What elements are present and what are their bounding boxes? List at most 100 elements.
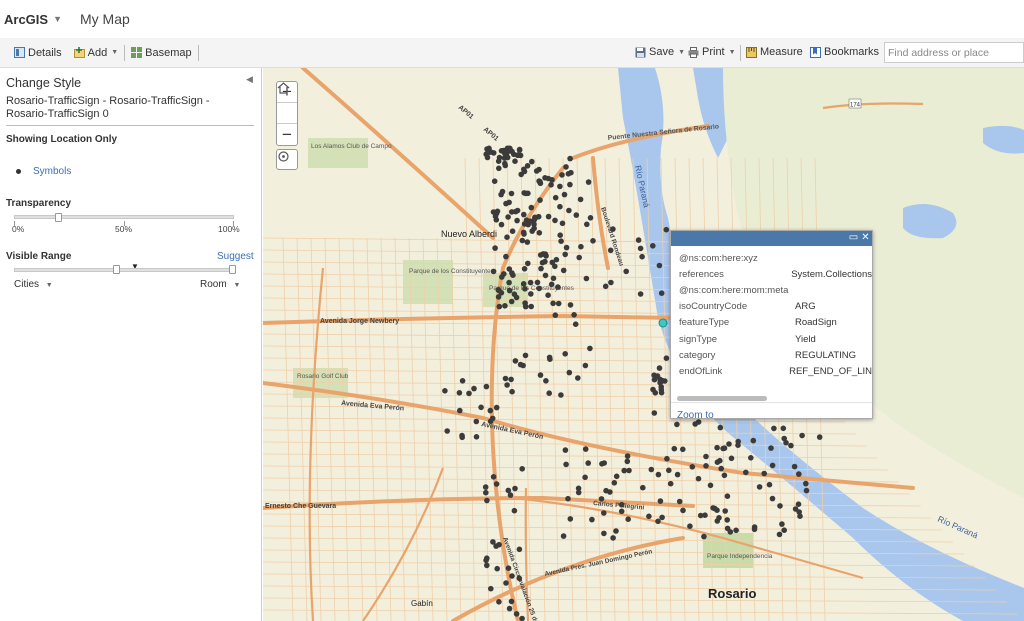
traffic-sign-point[interactable]	[657, 498, 664, 504]
print-button[interactable]: Print ▼	[688, 46, 736, 58]
traffic-sign-point[interactable]	[618, 501, 625, 508]
traffic-sign-point[interactable]	[508, 298, 515, 305]
traffic-sign-point[interactable]	[496, 165, 502, 172]
traffic-sign-point[interactable]	[717, 457, 723, 464]
traffic-sign-point[interactable]	[558, 238, 564, 244]
traffic-sign-point[interactable]	[459, 378, 466, 384]
search-input[interactable]	[884, 42, 1024, 63]
traffic-sign-point[interactable]	[490, 539, 496, 545]
traffic-sign-point[interactable]	[516, 575, 523, 582]
traffic-sign-point[interactable]	[528, 303, 534, 310]
save-button[interactable]: Save ▼	[635, 46, 685, 58]
traffic-sign-point[interactable]	[531, 225, 537, 232]
traffic-sign-point[interactable]	[533, 168, 540, 174]
traffic-sign-point[interactable]	[656, 365, 663, 371]
traffic-sign-point[interactable]	[582, 474, 588, 481]
traffic-sign-point[interactable]	[496, 303, 503, 310]
traffic-sign-point[interactable]	[611, 480, 618, 486]
traffic-sign-point[interactable]	[654, 373, 661, 379]
traffic-sign-point[interactable]	[483, 151, 489, 157]
app-menu[interactable]: ArcGIS ▼	[4, 12, 62, 27]
traffic-sign-point[interactable]	[505, 214, 511, 220]
traffic-sign-point[interactable]	[717, 424, 724, 431]
traffic-sign-point[interactable]	[567, 302, 574, 308]
traffic-sign-point[interactable]	[623, 268, 629, 275]
traffic-sign-point[interactable]	[567, 516, 574, 522]
traffic-sign-point[interactable]	[625, 516, 631, 522]
traffic-sign-point[interactable]	[792, 506, 799, 512]
traffic-sign-point[interactable]	[521, 166, 527, 173]
traffic-sign-point[interactable]	[724, 517, 730, 523]
traffic-sign-point[interactable]	[655, 471, 662, 478]
traffic-sign-point[interactable]	[502, 160, 508, 167]
traffic-sign-point[interactable]	[566, 369, 573, 376]
traffic-sign-point[interactable]	[701, 533, 707, 540]
traffic-sign-point[interactable]	[473, 434, 480, 440]
traffic-sign-point[interactable]	[509, 573, 515, 579]
traffic-sign-point[interactable]	[577, 196, 584, 203]
zoom-to-link[interactable]: Zoom to	[677, 410, 714, 418]
traffic-sign-point[interactable]	[555, 300, 562, 307]
traffic-sign-point[interactable]	[504, 382, 510, 388]
traffic-sign-point[interactable]	[664, 455, 670, 462]
traffic-sign-point[interactable]	[507, 146, 513, 153]
traffic-sign-point[interactable]	[508, 376, 514, 383]
traffic-sign-point[interactable]	[769, 462, 776, 469]
map-canvas[interactable]: 174 Nuevo Alberdi Rosario Río Paraná Río…	[263, 68, 1024, 621]
traffic-sign-point[interactable]	[687, 523, 693, 529]
traffic-sign-point[interactable]	[624, 458, 631, 465]
traffic-sign-point[interactable]	[496, 154, 503, 161]
traffic-sign-point[interactable]	[601, 530, 607, 537]
traffic-sign-point[interactable]	[585, 179, 592, 185]
traffic-sign-point[interactable]	[478, 404, 484, 411]
traffic-sign-point[interactable]	[548, 281, 555, 288]
traffic-sign-point[interactable]	[718, 465, 724, 472]
traffic-sign-point[interactable]	[503, 580, 509, 586]
traffic-sign-point[interactable]	[712, 505, 718, 512]
traffic-sign-point[interactable]	[779, 521, 785, 527]
traffic-sign-point[interactable]	[498, 148, 505, 154]
traffic-sign-point[interactable]	[726, 441, 732, 447]
transparency-slider-handle[interactable]	[55, 213, 62, 222]
traffic-sign-point[interactable]	[457, 407, 463, 414]
traffic-sign-point[interactable]	[562, 447, 569, 453]
visible-range-min-handle[interactable]	[113, 265, 120, 274]
traffic-sign-point[interactable]	[716, 515, 722, 521]
traffic-sign-point[interactable]	[512, 158, 518, 164]
traffic-sign-point[interactable]	[514, 217, 520, 224]
traffic-sign-point[interactable]	[680, 507, 686, 514]
traffic-sign-point[interactable]	[499, 188, 506, 195]
range-max-dropdown[interactable]: Room ▼	[200, 279, 240, 290]
traffic-sign-point[interactable]	[635, 237, 642, 243]
traffic-sign-point[interactable]	[780, 425, 787, 432]
traffic-sign-point[interactable]	[528, 204, 535, 211]
traffic-sign-point[interactable]	[516, 546, 523, 553]
traffic-sign-point[interactable]	[508, 190, 515, 197]
traffic-sign-point[interactable]	[563, 461, 569, 468]
traffic-sign-point[interactable]	[490, 268, 497, 275]
traffic-sign-point[interactable]	[502, 375, 509, 382]
traffic-sign-point[interactable]	[571, 312, 577, 318]
traffic-sign-point[interactable]	[492, 213, 499, 220]
traffic-sign-point[interactable]	[558, 392, 564, 398]
traffic-sign-point[interactable]	[573, 212, 580, 218]
traffic-sign-point[interactable]	[557, 232, 563, 238]
traffic-sign-point[interactable]	[722, 508, 728, 514]
traffic-sign-point[interactable]	[496, 541, 502, 548]
traffic-sign-point[interactable]	[692, 421, 698, 427]
traffic-sign-point[interactable]	[516, 147, 523, 153]
traffic-sign-point[interactable]	[490, 474, 497, 480]
traffic-sign-point[interactable]	[549, 259, 556, 266]
traffic-sign-point[interactable]	[487, 407, 494, 414]
traffic-sign-point[interactable]	[538, 265, 544, 272]
traffic-sign-point[interactable]	[519, 237, 526, 244]
traffic-sign-point[interactable]	[494, 565, 500, 572]
traffic-sign-point[interactable]	[703, 463, 709, 469]
traffic-sign-point[interactable]	[560, 533, 567, 539]
traffic-sign-point[interactable]	[728, 455, 735, 462]
traffic-sign-point[interactable]	[534, 279, 541, 286]
traffic-sign-point[interactable]	[520, 229, 527, 236]
traffic-sign-point[interactable]	[671, 445, 678, 452]
traffic-sign-point[interactable]	[751, 526, 758, 533]
traffic-sign-point[interactable]	[796, 471, 802, 477]
